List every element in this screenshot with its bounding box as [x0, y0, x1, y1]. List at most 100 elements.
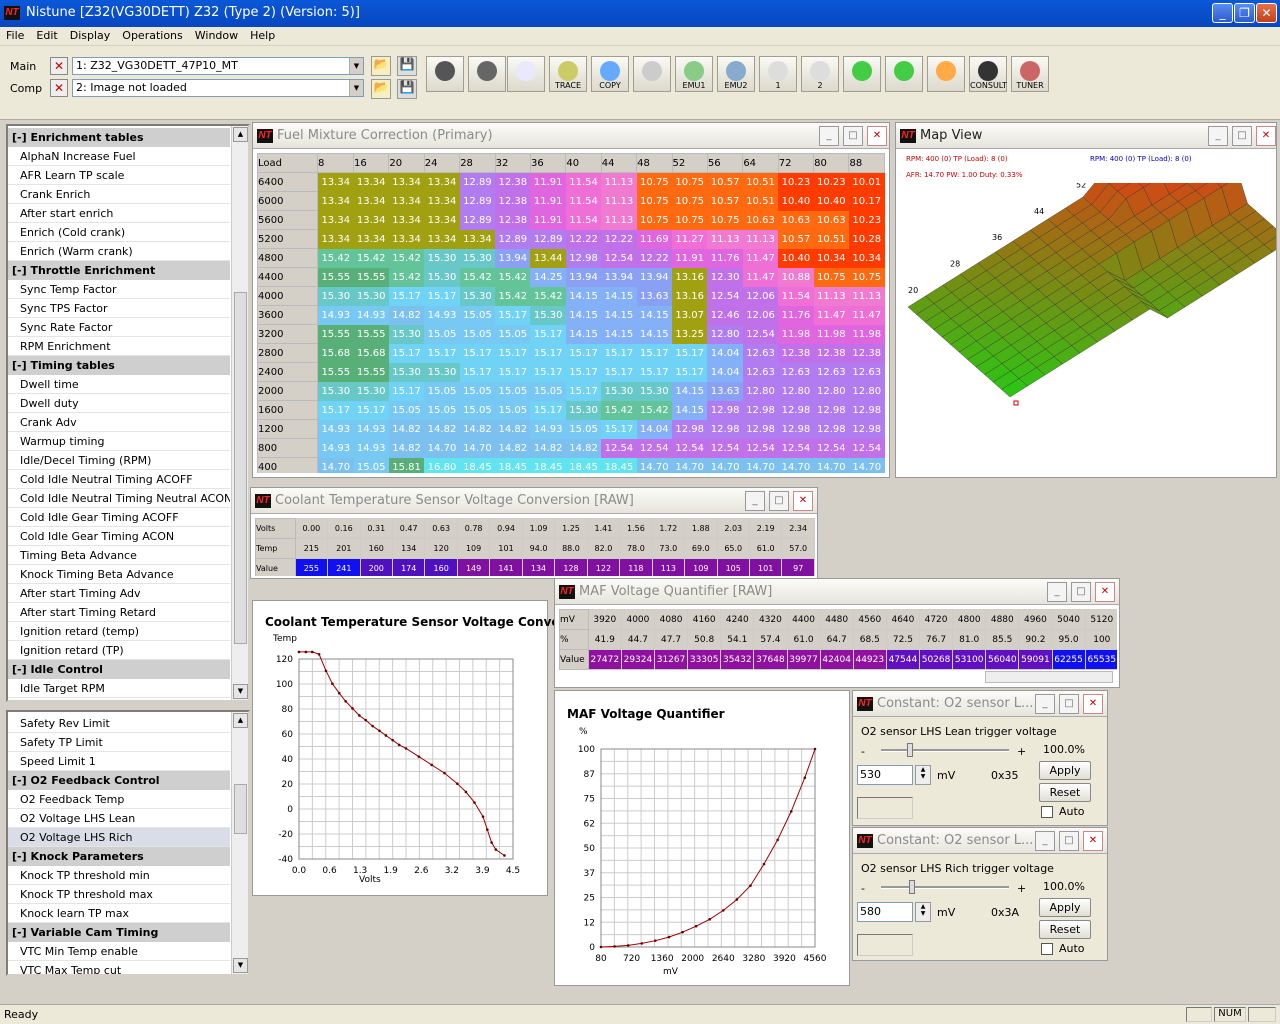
fuel-cell[interactable]: 11.91	[530, 191, 566, 211]
fuel-cell[interactable]: 13.34	[317, 172, 354, 192]
fuel-cell[interactable]: 14.82	[565, 438, 602, 458]
tree-item[interactable]: AFR Learn TP scale	[8, 166, 230, 185]
fuel-cell[interactable]: 13.34	[353, 172, 389, 192]
fuel-cell[interactable]: 14.70	[459, 438, 496, 458]
cts-cell[interactable]: 241	[327, 558, 361, 576]
minimize-button[interactable]: _	[1212, 3, 1233, 23]
tree-item[interactable]: Crank Adv	[8, 413, 230, 432]
cts-cell[interactable]: 1.25	[554, 518, 588, 539]
fuel-cell[interactable]: 12.63	[848, 362, 885, 382]
fuel-cell[interactable]: 12.46	[707, 305, 743, 325]
fuel-cell[interactable]: 10.23	[848, 210, 885, 230]
maf-cell[interactable]: 5040	[1051, 609, 1086, 630]
cts-cell[interactable]: 134	[521, 558, 556, 576]
cts-cell[interactable]: 88.0	[554, 538, 588, 559]
cts-cell[interactable]: 120	[424, 538, 458, 559]
fuel-cell[interactable]: 14.04	[707, 343, 743, 363]
maf-cell[interactable]: 33305	[687, 649, 722, 670]
fuel-cell[interactable]: 14.82	[530, 438, 566, 458]
fuel-cell[interactable]: 10.51	[742, 172, 779, 192]
fuel-cell[interactable]: 14.93	[353, 438, 389, 458]
fuel-cell[interactable]: 12.54	[848, 438, 885, 458]
const-rich-spinner[interactable]: ▲ ▼	[915, 902, 931, 922]
fuel-cell[interactable]: 15.42	[353, 248, 389, 268]
fuel-cell[interactable]: 15.17	[672, 343, 708, 363]
close-button[interactable]: ✕	[793, 491, 813, 511]
fuel-cell[interactable]: 10.75	[636, 191, 673, 211]
cts-cell[interactable]: 0.78	[456, 518, 491, 539]
tree-item[interactable]: Sync TPS Factor	[8, 299, 230, 318]
fuel-cell[interactable]: 11.27	[672, 229, 708, 249]
fuel-cell[interactable]: 15.55	[353, 267, 389, 287]
trace-icon[interactable]: TRACE	[549, 56, 587, 92]
cts-cell[interactable]: 101	[748, 558, 783, 576]
fuel-cell[interactable]: 12.63	[778, 362, 814, 382]
maf-cell[interactable]: 4960	[1018, 609, 1053, 630]
fuel-cell[interactable]: 12.98	[565, 248, 602, 268]
cts-cell[interactable]: 0.00	[294, 518, 329, 539]
fuel-cell[interactable]: 12.89	[495, 229, 531, 249]
fuel-cell[interactable]: 14.70	[848, 457, 885, 473]
const-rich-slider[interactable]	[881, 886, 1009, 889]
fuel-cell[interactable]: 15.05	[424, 324, 460, 344]
fuel-cell[interactable]: 15.42	[495, 286, 531, 306]
fuel-cell[interactable]: 15.05	[424, 381, 460, 401]
upload-icon[interactable]	[885, 56, 923, 92]
fuel-cell[interactable]: 12.38	[813, 343, 849, 363]
fuel-cell[interactable]: 10.88	[778, 267, 814, 287]
tree-item[interactable]: Cold Idle Neutral Timing Neutral ACON	[8, 489, 230, 508]
fuel-cell[interactable]: 10.17	[848, 191, 885, 211]
fuel-cell[interactable]: 14.93	[353, 419, 389, 439]
cts-cell[interactable]: 65.0	[716, 538, 750, 559]
scroll-down-icon[interactable]: ▼	[233, 958, 248, 973]
cts-cell[interactable]: 101	[489, 538, 523, 559]
download-icon[interactable]	[843, 56, 881, 92]
fuel-cell[interactable]: 12.38	[495, 172, 531, 192]
fuel-cell[interactable]: 12.22	[636, 248, 673, 268]
fuel-cell[interactable]: 13.34	[317, 210, 354, 230]
fuel-cell[interactable]: 12.98	[672, 419, 708, 439]
fuel-cell[interactable]: 15.17	[672, 362, 708, 382]
maf-cell[interactable]: 4240	[720, 609, 755, 630]
scroll-down-icon[interactable]: ▼	[233, 684, 248, 699]
cts-cell[interactable]: 160	[359, 538, 393, 559]
fuel-cell[interactable]: 11.76	[707, 248, 743, 268]
emu2-icon[interactable]: EMU2	[717, 56, 755, 92]
maf-hscrollbar[interactable]	[985, 671, 1113, 683]
const-rich-slider-thumb[interactable]	[909, 880, 915, 894]
fuel-cell[interactable]: 12.30	[707, 267, 743, 287]
fuel-cell[interactable]: 13.34	[424, 229, 460, 249]
fuel-cell[interactable]: 15.17	[317, 400, 354, 420]
fuel-cell[interactable]: 13.94	[565, 267, 602, 287]
fuel-cell[interactable]: 13.34	[424, 172, 460, 192]
maximize-button[interactable]: □	[1071, 582, 1091, 602]
tree-item[interactable]: VTC Max Temp cut	[8, 961, 230, 974]
comp-image-select[interactable]: 2: Image not loaded ▼	[72, 79, 364, 97]
apply-button[interactable]: Apply	[1039, 761, 1091, 780]
maximize-button[interactable]: □	[769, 491, 789, 511]
fuel-cell[interactable]: 12.54	[707, 286, 743, 306]
tree-item[interactable]: Knock learn TP max	[8, 904, 230, 923]
maf-cell[interactable]: 62255	[1051, 649, 1086, 670]
fuel-cell[interactable]: 12.98	[848, 400, 885, 420]
fuel-cell[interactable]: 11.13	[601, 172, 637, 192]
tree-item[interactable]: Knock TP threshold min	[8, 866, 230, 885]
maf-cell[interactable]: 4080	[653, 609, 689, 630]
tree-item[interactable]: Idle Target RPM	[8, 679, 230, 698]
cts-cell[interactable]: 141	[489, 558, 523, 576]
menu-display[interactable]: Display	[64, 27, 117, 44]
tree-item[interactable]: Ignition retard (temp)	[8, 622, 230, 641]
cts-cell[interactable]: 1.88	[684, 518, 718, 539]
maf-cell[interactable]: 95.0	[1051, 629, 1086, 650]
fuel-cell[interactable]: 15.17	[459, 362, 496, 382]
fuel-cell[interactable]: 15.30	[388, 362, 425, 382]
fuel-cell[interactable]: 12.98	[778, 419, 814, 439]
maf-cell[interactable]: 76.7	[918, 629, 954, 650]
close-button[interactable]: ✕	[1095, 582, 1115, 602]
fuel-cell[interactable]: 10.40	[813, 191, 849, 211]
maf-cell[interactable]: 72.5	[885, 629, 921, 650]
fuel-cell[interactable]: 15.42	[388, 248, 425, 268]
tree-group[interactable]: [-] Enrichment tables	[8, 128, 230, 147]
fuel-cell[interactable]: 15.68	[353, 343, 389, 363]
fuel-cell[interactable]: 11.54	[565, 172, 602, 192]
